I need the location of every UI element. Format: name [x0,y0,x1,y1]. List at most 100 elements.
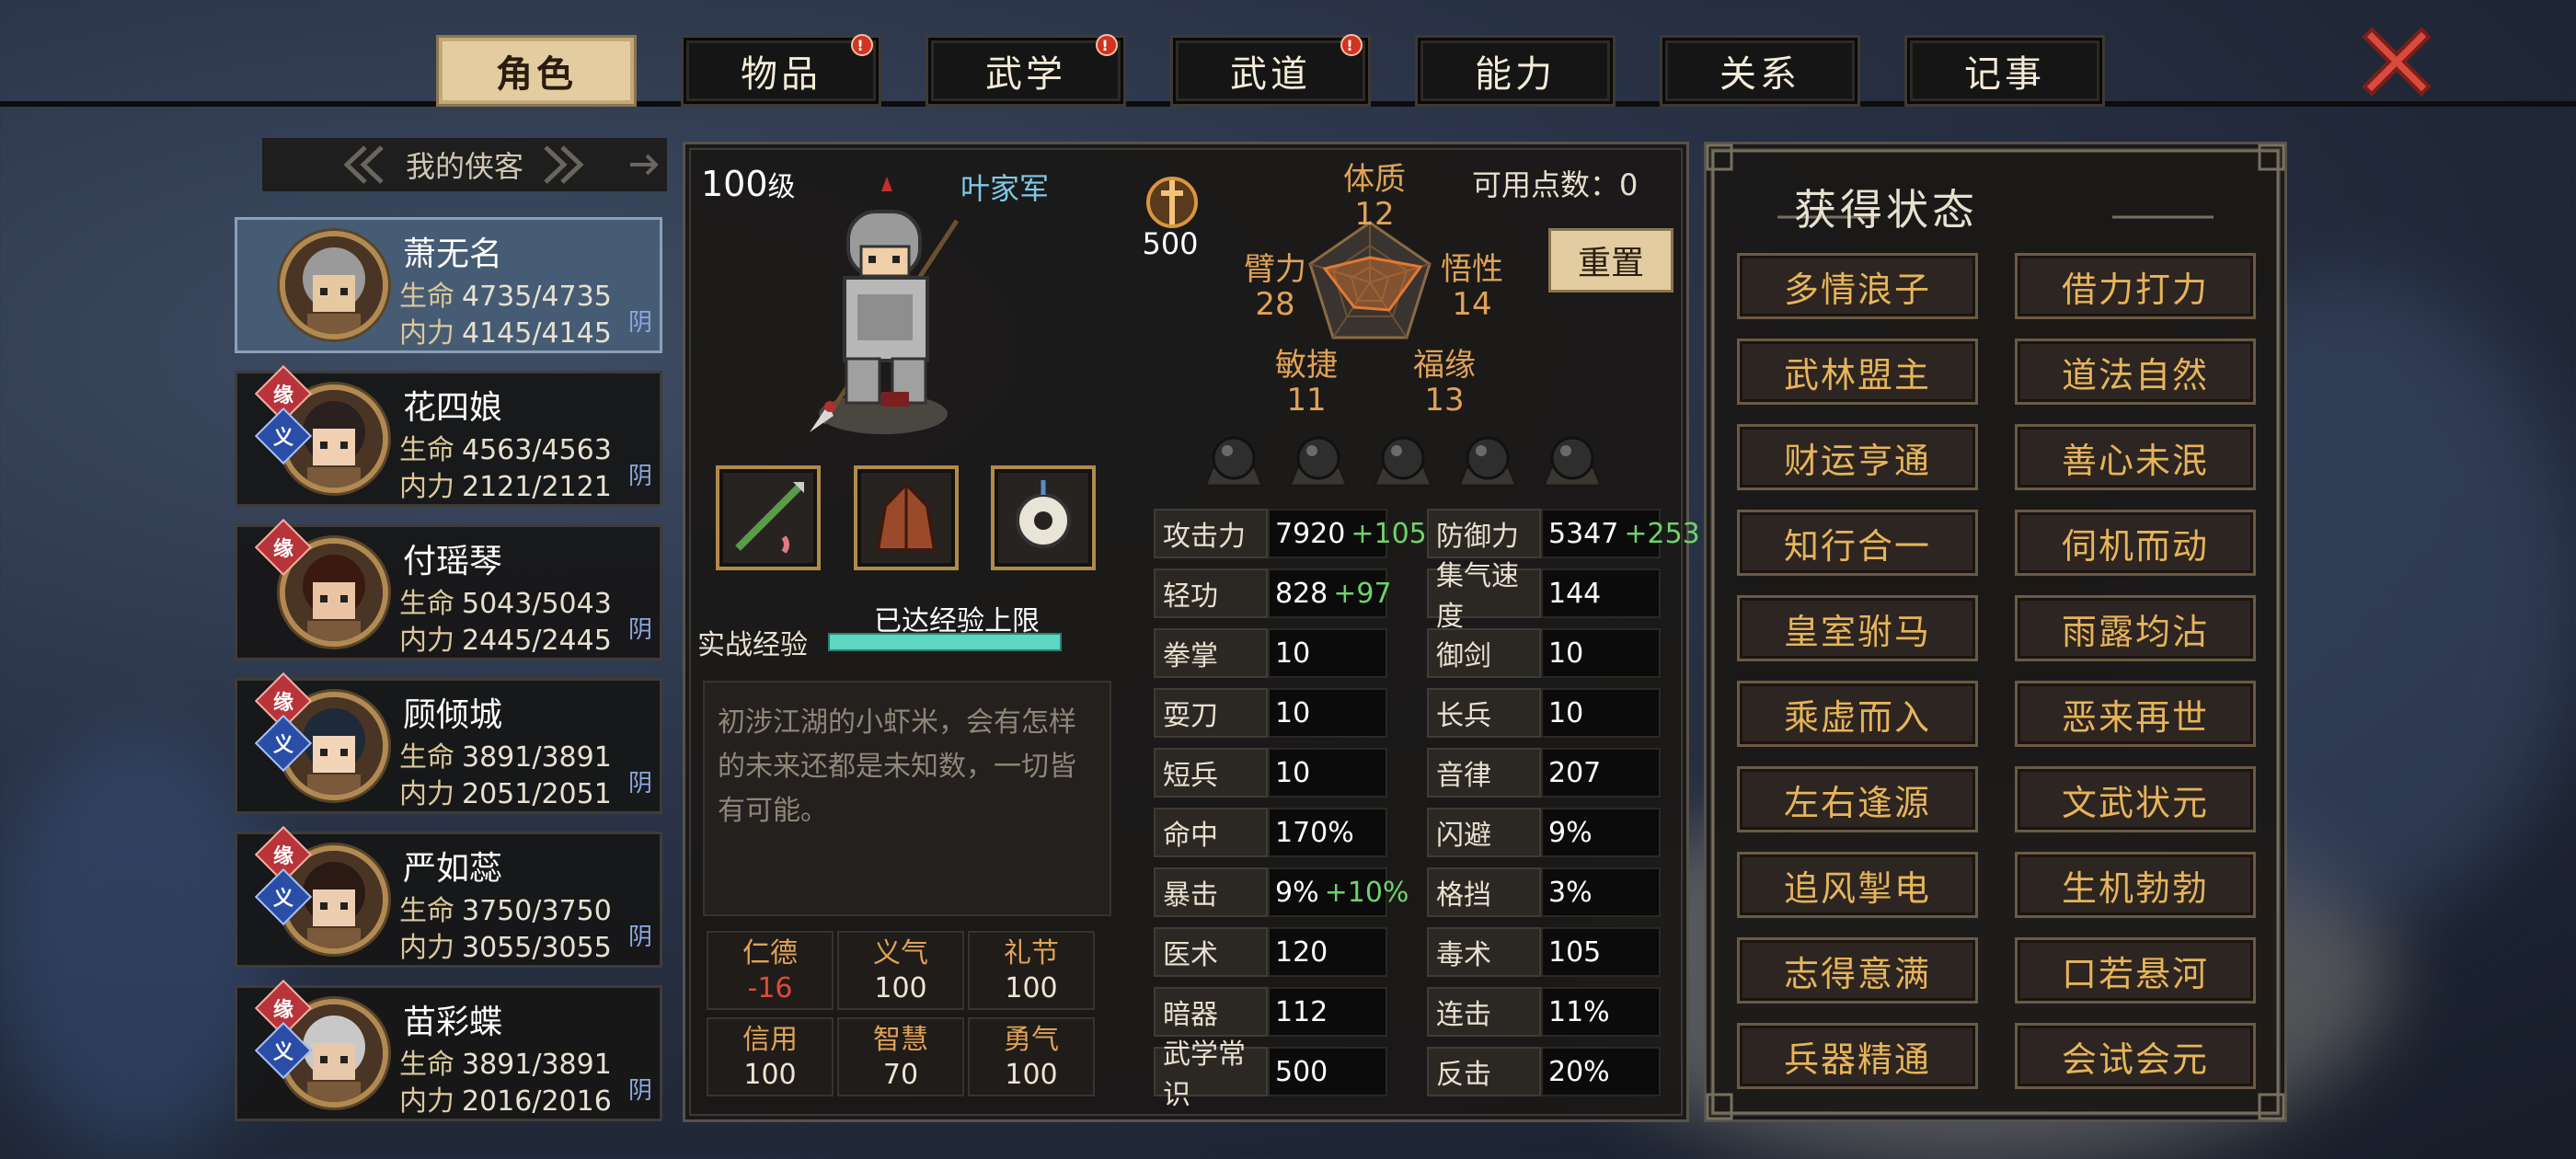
stat-label: 短兵 [1154,748,1268,798]
tab-label: 角色 [496,53,577,96]
stat-bonus: +97 [1333,577,1392,610]
gem-socket[interactable] [1538,430,1606,495]
tab-abilities[interactable]: 能力 [1415,35,1616,107]
tab-martial-arts[interactable]: 武学! [926,34,1126,107]
yin-tag: 阴 [627,616,652,644]
status-button[interactable]: 口若悬河 [2015,937,2256,1004]
combat-power-icon [1146,177,1198,228]
member-name: 萧无名 [403,235,503,273]
status-button[interactable]: 雨露均沾 [2015,595,2256,661]
gem-socket[interactable] [1200,430,1268,495]
tab-character[interactable]: 角色 [436,35,637,107]
tab-label: 能力 [1475,53,1556,96]
status-button[interactable]: 伺机而动 [2015,510,2256,576]
status-button[interactable]: 志得意满 [1737,937,1978,1004]
roster-card[interactable]: 花四娘 生命 4563/4563 内力 2121/2121 阴缘义 [235,364,662,507]
avatar [280,231,388,339]
member-mp: 内力 2051/2051 [399,778,612,810]
status-button[interactable]: 武林盟主 [1737,339,1978,405]
tab-martial-way[interactable]: 武道! [1170,34,1371,107]
stat-value: 9% [1541,808,1661,857]
status-button[interactable]: 皇室驸马 [1737,595,1978,661]
status-button[interactable]: 财运亨通 [1737,424,1978,490]
character-sprite [810,177,960,434]
virtue-label: 义气 [873,937,928,970]
stat-label: 暗器 [1154,987,1268,1037]
stat-value: 10 [1268,688,1387,738]
stat-value: 207 [1541,748,1661,798]
stat-row: 集气速度 144 [1427,560,1661,633]
stat-label: 音律 [1427,748,1541,798]
attr-minjie: 敏捷 11 [1275,347,1338,419]
status-button[interactable]: 道法自然 [2015,339,2256,405]
roster-card[interactable]: 付瑶琴 生命 5043/5043 内力 2445/2445 阴缘 [235,518,662,660]
stat-label: 长兵 [1427,688,1541,738]
member-hp: 生命 3891/3891 [399,741,612,774]
stat-label: 反击 [1427,1047,1541,1096]
status-button[interactable]: 文武状元 [2015,766,2256,832]
attr-fuyuan: 福缘 13 [1413,347,1476,419]
roster-card[interactable]: 顾倾城 生命 3891/3891 内力 2051/2051 阴缘义 [235,671,662,814]
member-hp: 生命 4735/4735 [399,281,612,313]
stat-row: 御剑 10 [1427,628,1661,678]
stat-row: 防御力 5347 +253 [1427,509,1700,558]
equip-slot-accessory[interactable] [991,465,1096,570]
status-button[interactable]: 兵器精通 [1737,1023,1978,1089]
chevron-right-icon[interactable] [538,143,590,186]
virtue-value: 100 [874,972,927,1004]
status-button[interactable]: 恶来再世 [2015,681,2256,747]
tab-label: 武学 [985,53,1066,96]
stat-row: 闪避 9% [1427,808,1661,857]
tab-relations[interactable]: 关系 [1660,35,1860,107]
stat-row: 轻功 828 +97 [1154,568,1392,618]
stat-value: 10 [1541,688,1661,738]
virtue-label: 信用 [742,1024,798,1056]
status-button[interactable]: 生机勃勃 [2015,852,2256,918]
roster-card[interactable]: 萧无名 生命 4735/4735 内力 4145/4145 阴 [235,217,662,353]
member-hp: 生命 5043/5043 [399,588,612,620]
status-button[interactable]: 会试会元 [2015,1023,2256,1089]
status-button[interactable]: 左右逢源 [1737,766,1978,832]
tab-journal[interactable]: 记事 [1904,35,2105,107]
member-mp: 内力 3055/3055 [399,932,612,964]
stat-row: 拳掌 10 [1154,628,1387,678]
tab-label: 关系 [1719,53,1800,96]
stat-label: 武学常识 [1154,1039,1268,1111]
yin-tag: 阴 [627,309,652,337]
yin-tag: 阴 [627,1077,652,1105]
stat-label: 连击 [1427,987,1541,1037]
virtue-label: 仁德 [742,937,798,970]
status-button[interactable]: 乘虚而入 [1737,681,1978,747]
reset-button[interactable]: 重置 [1548,228,1673,293]
stat-row: 音律 207 [1427,748,1661,798]
yin-tag: 阴 [627,924,652,951]
equip-slot-armor[interactable] [854,465,959,570]
status-button[interactable]: 多情浪子 [1737,253,1978,319]
equip-slot-weapon[interactable] [716,465,821,570]
roster-card[interactable]: 苗彩蝶 生命 3891/3891 内力 2016/2016 阴缘义 [235,979,662,1121]
status-button[interactable]: 借力打力 [2015,253,2256,319]
chevron-left-icon[interactable] [338,143,389,186]
stat-label: 命中 [1154,808,1268,857]
virtue-cell: 义气 100 [837,931,964,1010]
tab-items[interactable]: 物品! [681,34,881,107]
gem-socket[interactable] [1369,430,1437,495]
stat-row: 反击 20% [1427,1047,1661,1096]
close-icon[interactable] [2355,20,2438,103]
stat-row: 医术 120 [1154,927,1387,977]
stat-value: 105 [1541,927,1661,977]
gem-socket[interactable] [1284,430,1352,495]
alert-badge: ! [1340,34,1363,56]
stat-bonus: +253 [1624,517,1700,550]
stat-value: 120 [1268,927,1387,977]
status-button[interactable]: 知行合一 [1737,510,1978,576]
virtue-cell: 信用 100 [707,1017,834,1096]
status-button[interactable]: 善心未泯 [2015,424,2256,490]
virtue-value: 70 [882,1059,919,1091]
yin-tag: 阴 [627,770,652,798]
status-button[interactable]: 追风掣电 [1737,852,1978,918]
roster-card[interactable]: 严如蕊 生命 3750/3750 内力 3055/3055 阴缘义 [235,825,662,968]
stat-label: 御剑 [1427,628,1541,678]
virtue-cell: 仁德 -16 [707,931,834,1010]
gem-socket[interactable] [1454,430,1522,495]
